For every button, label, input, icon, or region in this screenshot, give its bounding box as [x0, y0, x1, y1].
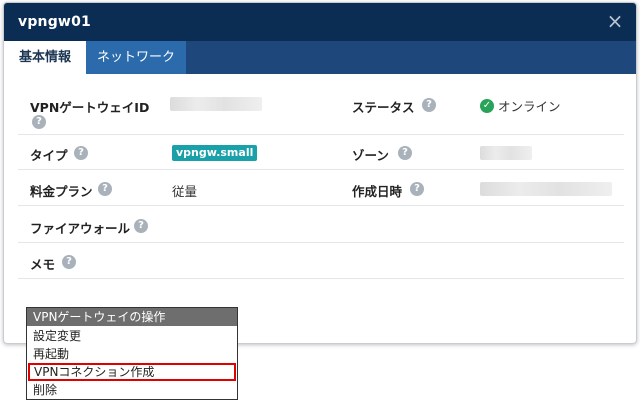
help-icon[interactable]: ?: [32, 115, 46, 129]
status-label: ステータス: [352, 100, 415, 115]
status-indicator: ✓ オンライン: [480, 96, 561, 115]
memo-label: メモ: [30, 257, 56, 272]
pricing-plan-label: 料金プラン: [30, 184, 93, 199]
detail-row-firewall: ファイアウォール ?: [18, 206, 624, 243]
help-icon[interactable]: ?: [74, 146, 88, 160]
vpn-gateway-action-menu: VPNゲートウェイの操作 設定変更 再起動 VPNコネクション作成 削除: [26, 307, 238, 400]
detail-row-plan-created: 料金プラン ? 従量 作成日時 ?: [18, 170, 624, 206]
detail-row-id-status: VPNゲートウェイID ? ステータス ? ✓ オンライン: [18, 83, 624, 135]
detail-row-type-zone: タイプ ? vpngw.small ゾーン ?: [18, 135, 624, 170]
help-icon[interactable]: ?: [62, 255, 76, 269]
help-icon[interactable]: ?: [422, 98, 436, 112]
menu-item-delete[interactable]: 削除: [27, 381, 237, 399]
help-icon[interactable]: ?: [398, 146, 412, 160]
vpn-gateway-id-label: VPNゲートウェイID: [30, 100, 150, 115]
check-circle-icon: ✓: [480, 98, 494, 113]
zone-value-redacted: [480, 146, 532, 160]
help-icon[interactable]: ?: [410, 182, 424, 196]
tab-bar: 基本情報 ネットワーク: [4, 41, 636, 74]
action-menu-title: VPNゲートウェイの操作: [27, 308, 237, 326]
created-at-value-redacted: [480, 182, 612, 196]
type-badge: vpngw.small: [172, 145, 258, 161]
detail-row-memo: メモ ?: [18, 243, 624, 279]
vpn-gateway-detail-modal: vpngw01 × 基本情報 ネットワーク VPNゲートウェイID ? ステータ…: [3, 2, 637, 344]
menu-item-create-vpn-connection[interactable]: VPNコネクション作成: [28, 363, 236, 381]
help-icon[interactable]: ?: [134, 219, 148, 233]
type-label: タイプ: [30, 148, 68, 163]
tab-basic-info[interactable]: 基本情報: [4, 41, 86, 74]
status-value: オンライン: [498, 99, 561, 114]
close-icon[interactable]: ×: [604, 10, 626, 32]
modal-header: vpngw01 ×: [4, 3, 636, 41]
help-icon[interactable]: ?: [98, 182, 112, 196]
created-at-label: 作成日時: [352, 184, 403, 199]
screen: vpngw01 × 基本情報 ネットワーク VPNゲートウェイID ? ステータ…: [0, 0, 640, 403]
vpn-gateway-id-value-redacted: [170, 97, 262, 111]
firewall-label: ファイアウォール: [30, 221, 131, 236]
modal-title: vpngw01: [18, 14, 91, 30]
zone-label: ゾーン: [352, 148, 389, 163]
pricing-plan-value: 従量: [172, 184, 198, 199]
menu-item-restart[interactable]: 再起動: [27, 345, 237, 363]
tab-network[interactable]: ネットワーク: [86, 41, 186, 74]
menu-item-edit-settings[interactable]: 設定変更: [27, 327, 237, 345]
